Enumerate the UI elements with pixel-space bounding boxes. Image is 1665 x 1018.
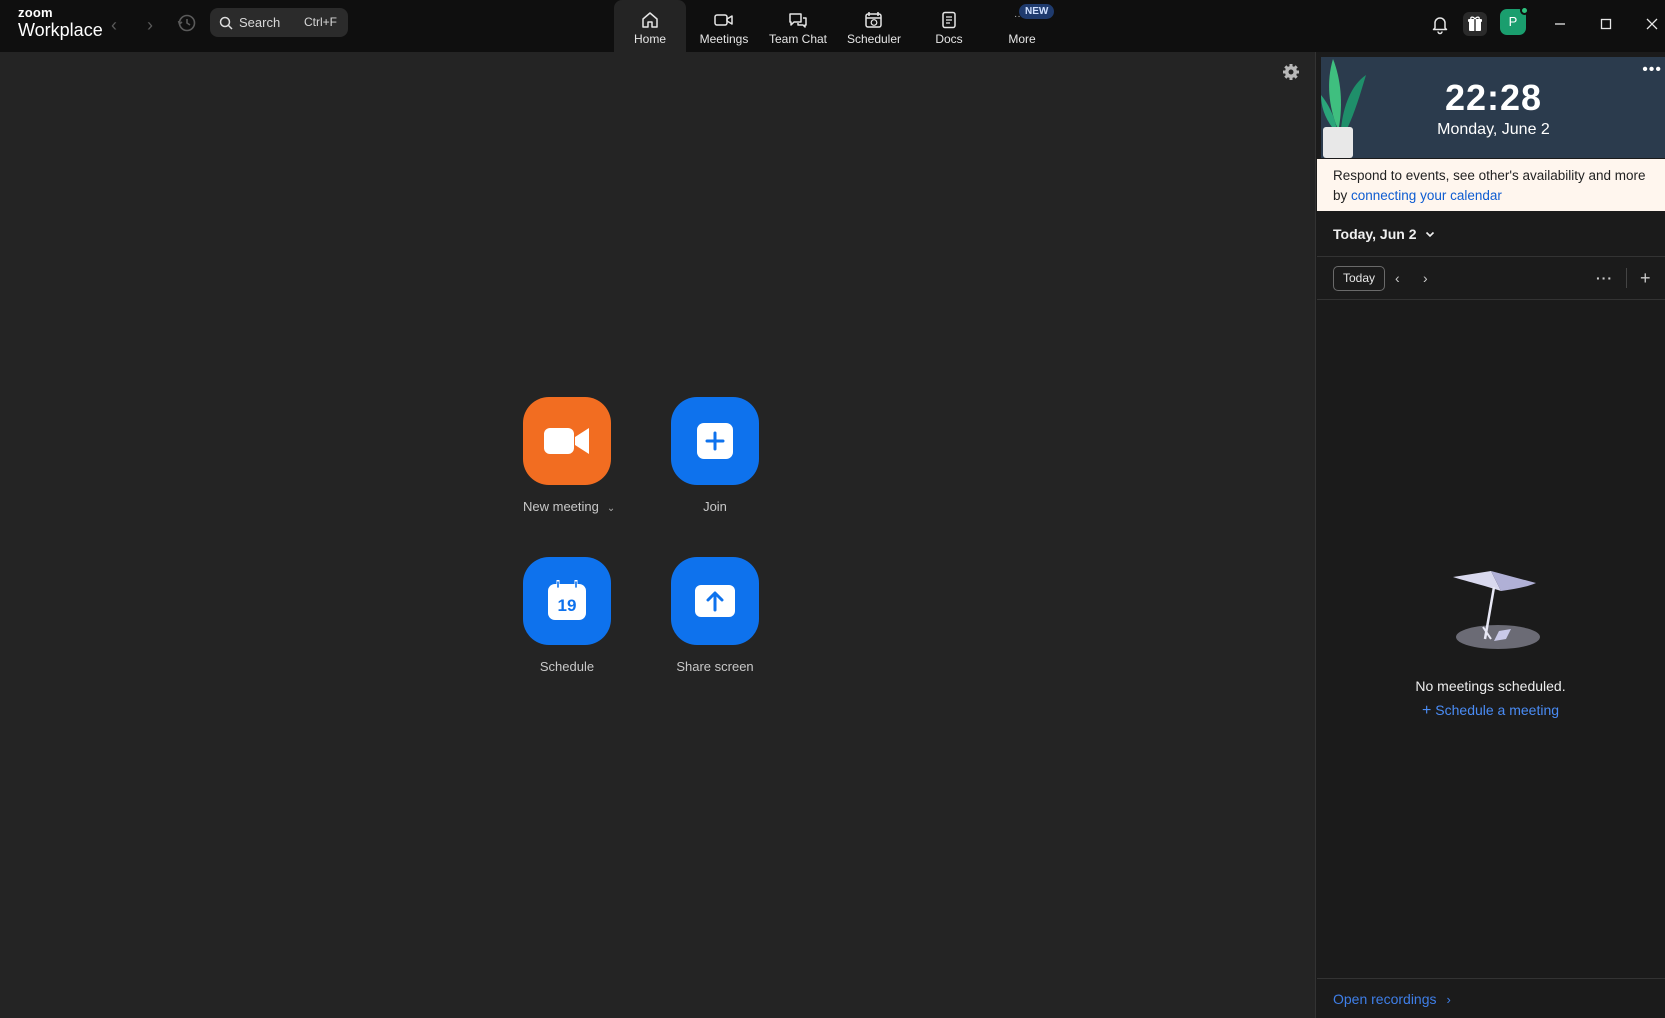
schedule-meeting-link[interactable]: + Schedule a meeting: [1316, 702, 1665, 720]
beach-umbrella-illustration-icon: [1453, 571, 1540, 649]
avatar-initial: P: [1508, 14, 1518, 29]
schedule-button[interactable]: 19: [523, 557, 611, 645]
share-screen-button[interactable]: [671, 557, 759, 645]
search-icon: [219, 16, 233, 30]
history-icon[interactable]: [175, 11, 199, 35]
brand-workplace: Workplace: [18, 20, 103, 40]
calendar-clock-icon: [865, 12, 882, 28]
plus-icon: [697, 423, 733, 459]
schedule-label[interactable]: Schedule: [523, 659, 611, 674]
settings-gear-icon[interactable]: [1281, 62, 1301, 87]
divider: [1317, 299, 1665, 300]
calendar-connect-notice: Respond to events, see other's availabil…: [1317, 159, 1665, 211]
tab-docs-label: Docs: [935, 32, 963, 46]
schedule-action[interactable]: 19 Schedule: [523, 557, 611, 674]
divider: [1626, 268, 1627, 288]
tab-team-chat-label: Team Chat: [768, 32, 828, 46]
panel-footer: Open recordings ›: [1317, 978, 1665, 1018]
next-day-icon[interactable]: ›: [1423, 266, 1428, 291]
forward-arrow-icon[interactable]: ›: [139, 14, 161, 36]
calendar-day-number: 19: [557, 596, 577, 615]
new-meeting-label[interactable]: New meeting ⌄: [523, 499, 615, 514]
brand-zoom: zoom: [18, 5, 53, 20]
title-bar: zoom Workplace ‹ › Search Ctrl+F Home Me…: [0, 0, 1665, 52]
date-header-label: Today, Jun 2: [1333, 226, 1417, 242]
today-button[interactable]: Today: [1333, 266, 1386, 291]
tab-home[interactable]: Home: [614, 0, 686, 52]
prev-day-icon[interactable]: ‹: [1395, 266, 1400, 291]
new-meeting-action[interactable]: New meeting ⌄: [523, 397, 615, 514]
chevron-right-icon: ›: [1446, 992, 1451, 1007]
share-screen-icon: [695, 585, 735, 617]
tab-docs[interactable]: Docs: [913, 0, 985, 52]
document-icon: [942, 11, 956, 29]
bell-icon[interactable]: [1428, 12, 1452, 36]
chevron-down-icon[interactable]: ⌄: [607, 503, 615, 514]
more-options-icon[interactable]: ···: [1596, 266, 1613, 291]
more-options-icon[interactable]: •••: [1642, 61, 1662, 79]
clock-time: 22:28: [1444, 77, 1543, 118]
new-meeting-button[interactable]: [523, 397, 611, 485]
tab-home-label: Home: [633, 32, 666, 46]
open-recordings-link[interactable]: Open recordings ›: [1333, 991, 1451, 1007]
app-logo: zoom Workplace: [18, 6, 103, 39]
connect-calendar-link[interactable]: connecting your calendar: [1351, 188, 1502, 203]
clock-date: Monday, June 2: [1437, 121, 1550, 138]
chat-bubbles-icon: [789, 13, 807, 28]
video-camera-icon: [544, 428, 589, 454]
close-icon[interactable]: [1640, 12, 1664, 36]
status-dot: [1520, 6, 1529, 15]
maximize-icon[interactable]: [1594, 12, 1618, 36]
share-screen-action[interactable]: Share screen: [671, 557, 759, 674]
new-badge: NEW: [1019, 4, 1055, 19]
tab-meetings[interactable]: Meetings: [688, 0, 760, 52]
join-label[interactable]: Join: [671, 499, 759, 514]
gift-icon[interactable]: [1463, 12, 1487, 36]
date-selector[interactable]: Today, Jun 2: [1333, 226, 1436, 242]
minimize-icon[interactable]: [1548, 12, 1572, 36]
plus-icon: +: [1421, 702, 1432, 719]
tab-meetings-label: Meetings: [699, 32, 749, 46]
search-box[interactable]: Search Ctrl+F: [210, 8, 348, 37]
open-recordings-label: Open recordings: [1333, 991, 1437, 1007]
join-button[interactable]: [671, 397, 759, 485]
clock-widget: 22:28 Monday, June 2 •••: [1321, 57, 1665, 158]
add-event-icon[interactable]: +: [1640, 266, 1651, 291]
search-placeholder[interactable]: Search: [239, 15, 280, 30]
divider: [1317, 256, 1665, 257]
tab-more-label: More: [1008, 32, 1036, 46]
tab-scheduler[interactable]: Scheduler: [838, 0, 910, 52]
new-meeting-text: New meeting: [523, 499, 599, 514]
home-icon: [642, 12, 658, 28]
avatar[interactable]: P: [1500, 6, 1529, 35]
tab-team-chat[interactable]: Team Chat: [762, 0, 834, 52]
video-camera-icon: [714, 14, 733, 26]
search-shortcut: Ctrl+F: [304, 15, 337, 29]
no-meetings-text: No meetings scheduled.: [1415, 678, 1566, 694]
schedule-meeting-label: Schedule a meeting: [1435, 702, 1560, 718]
home-main-area: [0, 52, 1315, 1018]
chevron-down-icon: [1426, 231, 1435, 238]
back-arrow-icon[interactable]: ‹: [103, 14, 125, 36]
calendar-panel: 22:28 Monday, June 2 ••• Respond to even…: [1315, 52, 1665, 1018]
tab-scheduler-label: Scheduler: [846, 32, 902, 46]
share-screen-label[interactable]: Share screen: [671, 659, 759, 674]
join-action[interactable]: Join: [671, 397, 759, 514]
